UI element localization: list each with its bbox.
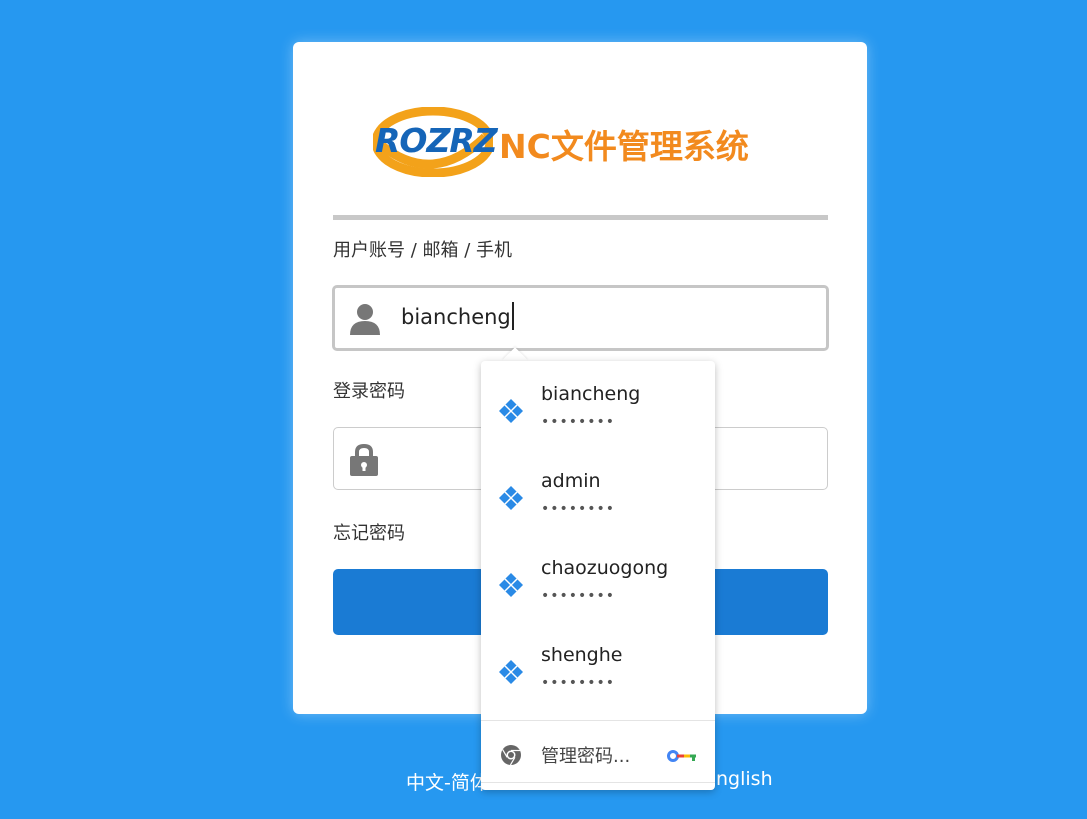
password-key-icon — [499, 660, 523, 684]
autofill-username: chaozuogong — [541, 557, 669, 579]
autofill-username: admin — [541, 470, 601, 492]
logo: ROZRZ NC文件管理系统 — [373, 107, 793, 177]
forgot-password-link[interactable]: 忘记密码 — [333, 519, 405, 545]
autofill-username: biancheng — [541, 383, 641, 405]
username-label: 用户账号 / 邮箱 / 手机 — [333, 240, 513, 261]
autofill-item[interactable]: admin •••••••• — [481, 448, 715, 535]
password-key-icon — [499, 486, 523, 510]
lock-icon — [350, 443, 378, 476]
logo-title: NC文件管理系统 — [499, 127, 749, 166]
autofill-dropdown: biancheng •••••••• admin •••••••• chaozu… — [481, 361, 715, 790]
user-icon — [350, 304, 380, 335]
text-caret — [511, 302, 514, 330]
username-input[interactable]: biancheng — [401, 302, 781, 334]
autofill-item[interactable]: shenghe •••••••• — [481, 622, 715, 709]
dropdown-bottom-separator — [481, 782, 715, 783]
language-chinese[interactable]: 中文-简体 — [406, 768, 489, 795]
autofill-item[interactable]: chaozuogong •••••••• — [481, 535, 715, 622]
autofill-password-mask: •••••••• — [541, 414, 616, 430]
autofill-password-mask: •••••••• — [541, 675, 616, 691]
chrome-icon — [501, 745, 521, 766]
autofill-item[interactable]: biancheng •••••••• — [481, 361, 715, 448]
password-key-icon — [499, 573, 523, 597]
logo-mark: ROZRZ — [375, 121, 498, 160]
google-password-key-icon — [667, 750, 696, 762]
divider — [333, 215, 828, 220]
manage-passwords-label: 管理密码... — [541, 746, 631, 767]
password-key-icon — [499, 399, 523, 423]
autofill-password-mask: •••••••• — [541, 501, 616, 517]
username-field[interactable]: biancheng — [332, 285, 829, 351]
manage-passwords-item[interactable]: 管理密码... — [481, 721, 715, 783]
autofill-username: shenghe — [541, 644, 623, 666]
password-label: 登录密码 — [333, 381, 405, 402]
autofill-password-mask: •••••••• — [541, 588, 616, 604]
